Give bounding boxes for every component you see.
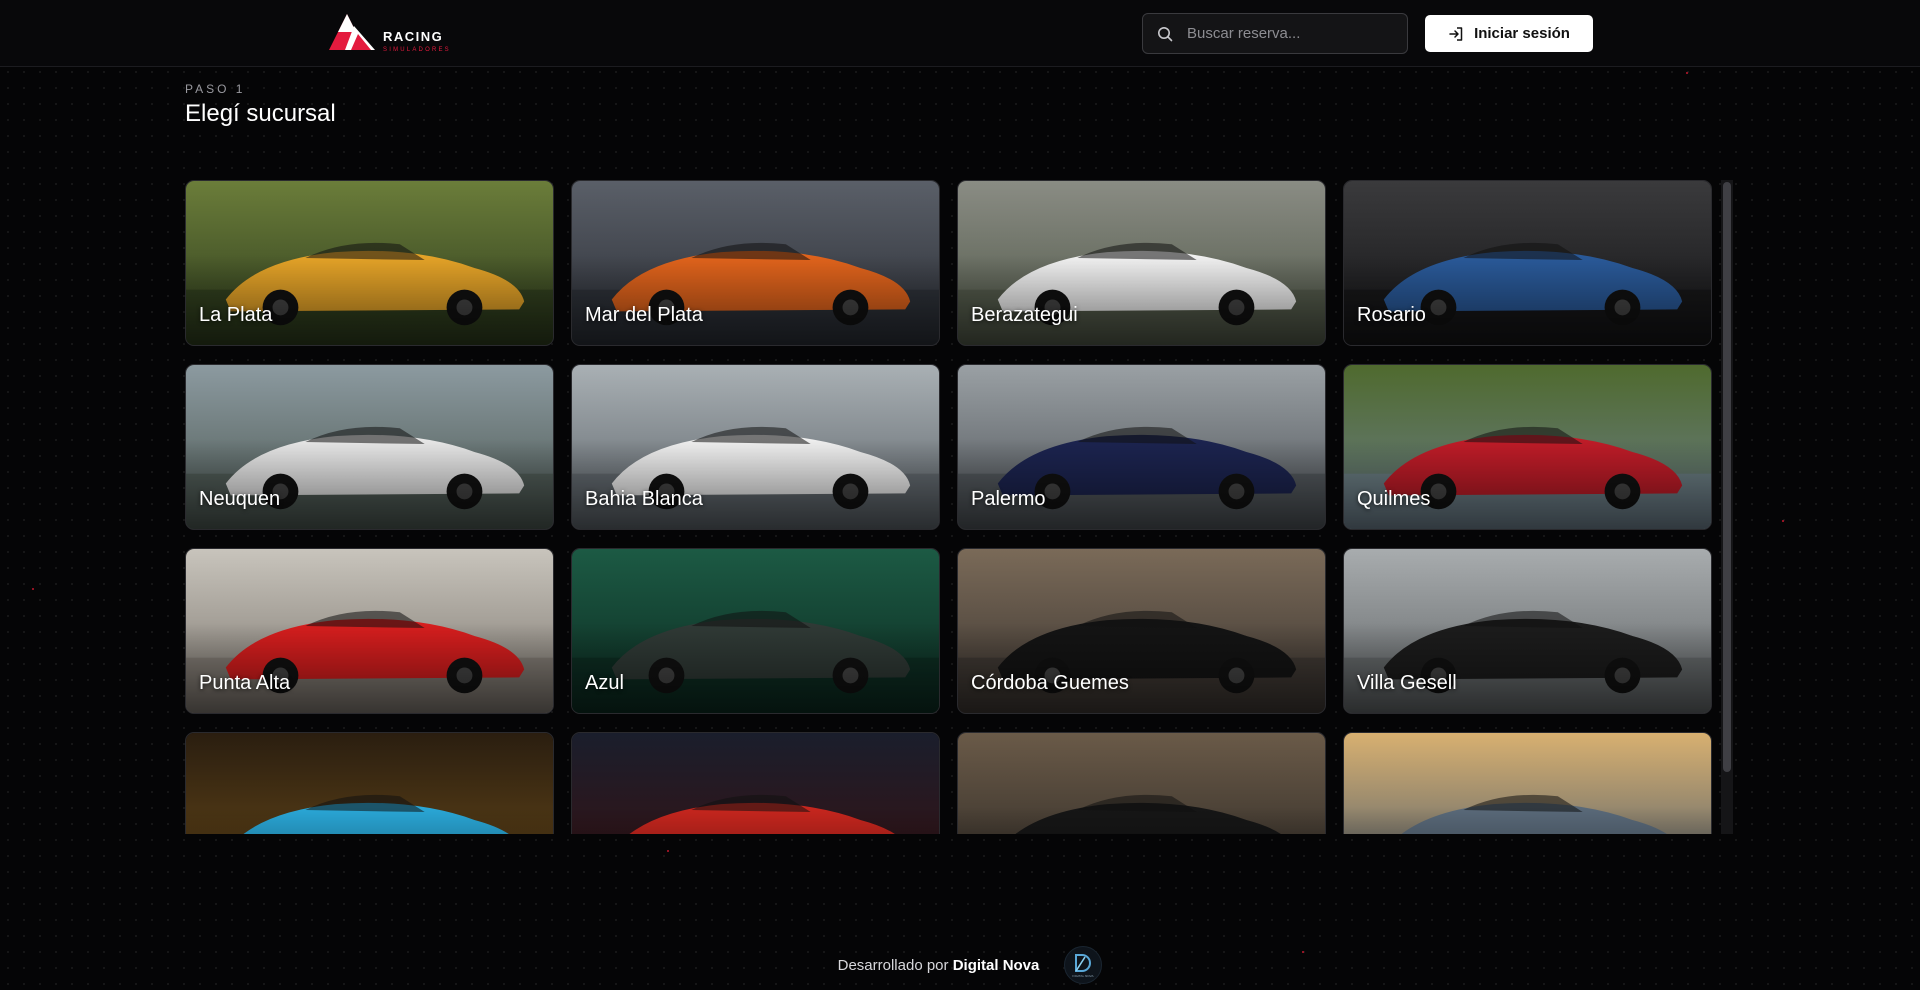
search-input[interactable]	[1187, 25, 1387, 42]
branch-name: Córdoba Guemes	[971, 672, 1129, 694]
branch-card[interactable]: La Plata	[185, 180, 554, 346]
branch-card[interactable]: Berazategui	[957, 180, 1326, 346]
card-gradient-overlay	[572, 549, 939, 713]
branch-name: Bahia Blanca	[585, 488, 703, 510]
logo-mark-icon	[329, 14, 375, 50]
card-gradient-overlay	[1344, 733, 1711, 834]
branch-card[interactable]	[185, 732, 554, 834]
branch-name: Rosario	[1357, 304, 1426, 326]
branch-card[interactable]: Bahia Blanca	[571, 364, 940, 530]
branch-card[interactable]: Rosario	[1343, 180, 1712, 346]
page-title: Elegí sucursal	[185, 100, 336, 127]
scrollbar-thumb[interactable]	[1723, 182, 1731, 772]
footer-prefix: Desarrollado por	[837, 956, 949, 974]
top-header: RACING SIMULADORES Iniciar sesión	[0, 0, 1920, 67]
logo-text: RACING	[383, 29, 444, 44]
branch-name: Quilmes	[1357, 488, 1431, 510]
login-button[interactable]: Iniciar sesión	[1425, 15, 1593, 52]
branch-card[interactable]	[571, 732, 940, 834]
branch-card[interactable]: Azul	[571, 548, 940, 714]
search-box[interactable]	[1142, 13, 1408, 54]
search-icon	[1158, 26, 1173, 41]
branch-card[interactable]: Mar del Plata	[571, 180, 940, 346]
login-icon	[1449, 26, 1463, 41]
branch-name: Palermo	[971, 488, 1046, 510]
card-gradient-overlay	[958, 733, 1325, 834]
branch-grid: La Plata Mar del Plata Berazategui Rosario N…	[185, 180, 1735, 834]
decor-dot	[1782, 520, 1784, 522]
step-label: PASO 1	[185, 82, 246, 96]
branch-name: Azul	[585, 672, 624, 694]
branch-name: Neuquen	[199, 488, 281, 510]
decor-dot	[1686, 72, 1688, 74]
branch-card[interactable]: Córdoba Guemes	[957, 548, 1326, 714]
branch-name: Villa Gesell	[1357, 672, 1457, 694]
footer-credit: Desarrollado por Digital Nova	[838, 957, 1040, 974]
branch-card[interactable]	[957, 732, 1326, 834]
branch-card[interactable]: Neuquen	[185, 364, 554, 530]
branch-card[interactable]	[1343, 732, 1712, 834]
branch-card[interactable]: Quilmes	[1343, 364, 1712, 530]
card-gradient-overlay	[186, 733, 553, 834]
branch-name: Punta Alta	[199, 672, 291, 694]
logo-subtext: SIMULADORES	[383, 47, 451, 53]
branch-card[interactable]: Punta Alta	[185, 548, 554, 714]
card-gradient-overlay	[572, 733, 939, 834]
digital-nova-icon: DIGITAL NOVA	[1073, 954, 1095, 978]
racing-simuladores-logo[interactable]: RACING SIMULADORES	[327, 12, 461, 56]
branch-card[interactable]: Palermo	[957, 364, 1326, 530]
branch-name: Mar del Plata	[585, 304, 703, 326]
branch-card[interactable]: Villa Gesell	[1343, 548, 1712, 714]
digital-nova-logo[interactable]: DIGITAL NOVA	[1064, 946, 1103, 984]
decor-dot	[32, 588, 34, 590]
footer-brand[interactable]: Digital Nova	[953, 957, 1040, 974]
branch-name: Berazategui	[971, 304, 1078, 326]
footer: Desarrollado por Digital Nova DIGITAL NO…	[0, 940, 1920, 990]
branch-name: La Plata	[199, 304, 273, 326]
footer-logo-caption: DIGITAL NOVA	[1073, 974, 1095, 978]
login-label: Iniciar sesión	[1474, 25, 1570, 42]
grid-scrollbar[interactable]	[1721, 180, 1733, 834]
decor-dot	[667, 850, 669, 852]
